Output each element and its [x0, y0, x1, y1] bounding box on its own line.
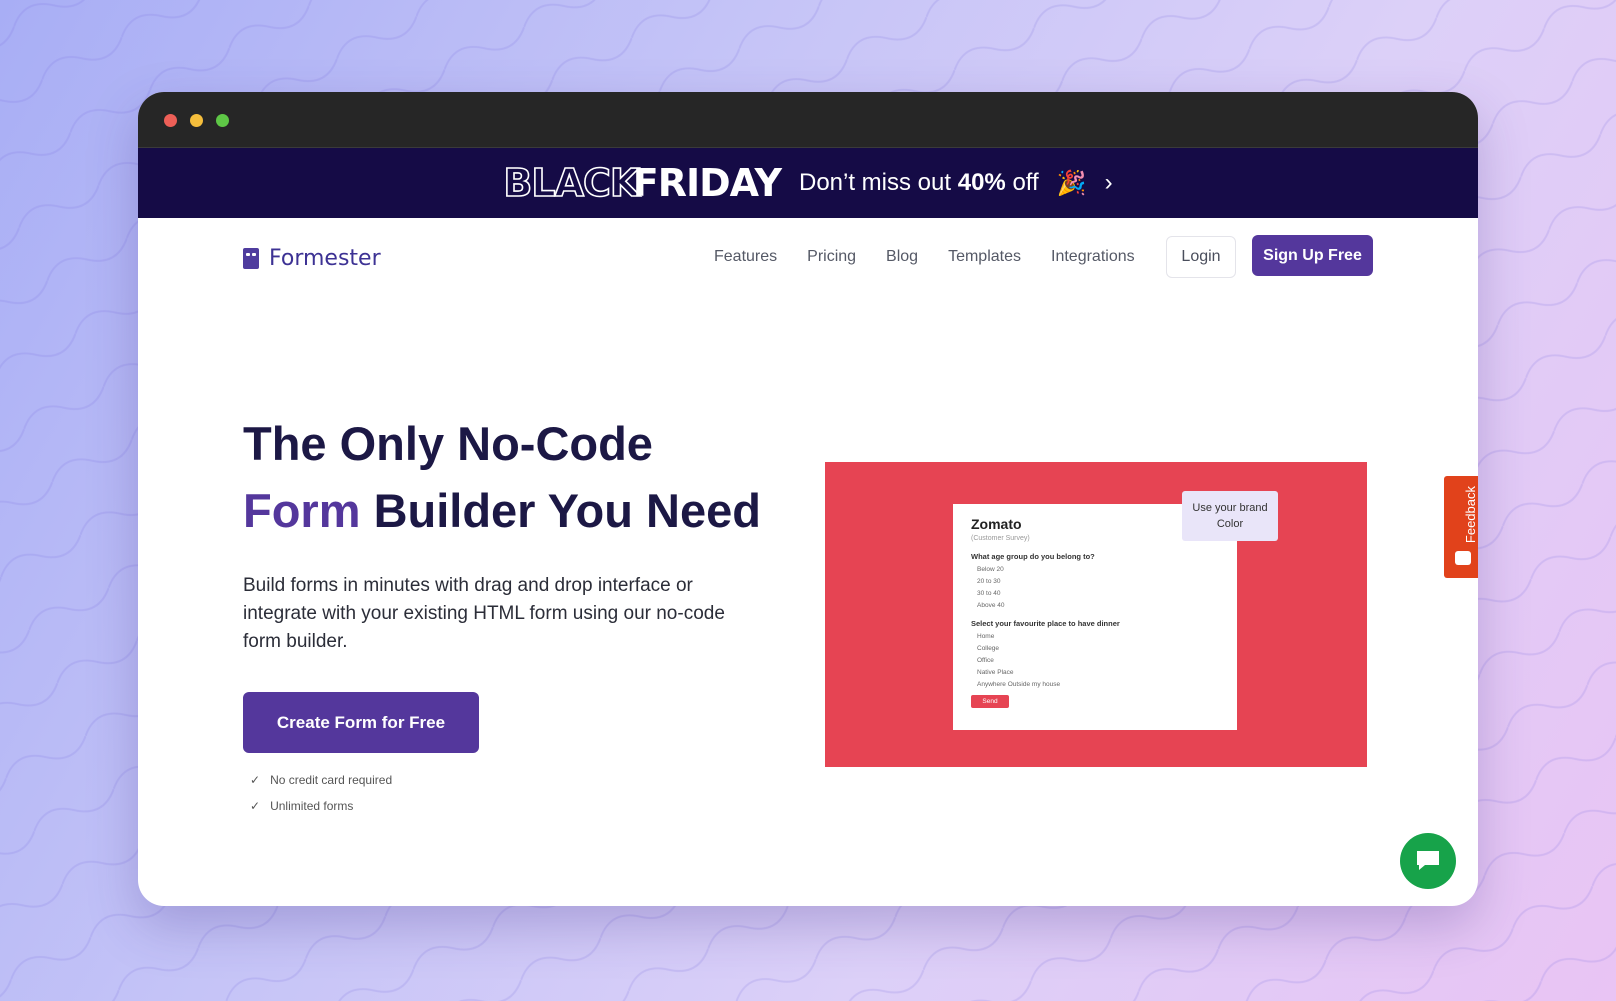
form-preview-image: Zomato (Customer Survey) What age group …	[825, 462, 1367, 767]
hero-title: The Only No-Code Form Builder You Need	[243, 410, 761, 544]
promo-logo: BLACK FRIDAY	[503, 160, 782, 206]
benefits-list: ✓ No credit card required ✓ Unlimited fo…	[250, 767, 392, 819]
tooltip-line1: Use your brand	[1192, 502, 1268, 514]
preview-option: Office	[977, 657, 994, 664]
nav-link-features[interactable]: Features	[714, 248, 777, 266]
maximize-window-button[interactable]	[216, 114, 229, 127]
promo-text-before: Don’t miss out	[798, 169, 952, 196]
chat-icon	[1417, 851, 1439, 870]
hero-title-line1: The Only No-Code	[243, 417, 653, 470]
create-form-button[interactable]: Create Form for Free	[243, 692, 479, 753]
top-navigation: Formester Features Pricing Blog Template…	[138, 218, 1478, 294]
preview-question: What age group do you belong to?	[971, 552, 1095, 561]
chevron-right-icon[interactable]: ›	[1105, 169, 1113, 197]
logo-icon	[243, 248, 259, 269]
hero-title-accent: Form	[243, 484, 361, 537]
preview-question: Select your favourite place to have dinn…	[971, 619, 1120, 628]
feedback-tab[interactable]: Feedback	[1444, 476, 1478, 578]
preview-option: Native Place	[977, 669, 1014, 676]
check-icon: ✓	[250, 799, 261, 813]
promo-message: Don’t miss out 40% off	[799, 169, 1039, 197]
preview-option: Home	[977, 633, 995, 640]
tooltip-line2: Color	[1216, 518, 1244, 530]
logo-text: Formester	[269, 246, 381, 271]
black-friday-banner[interactable]: BLACK FRIDAY Don’t miss out 40% off 🎉 ›	[138, 148, 1478, 218]
sign-up-button[interactable]: Sign Up Free	[1252, 235, 1373, 276]
promo-text-after: off	[1012, 169, 1039, 196]
preview-send-button: Send	[971, 695, 1009, 708]
login-button[interactable]: Login	[1166, 236, 1236, 278]
hero-title-line2: Builder You Need	[373, 484, 761, 537]
hero-subtitle: Build forms in minutes with drag and dro…	[243, 575, 725, 652]
check-icon: ✓	[250, 773, 261, 787]
preview-option: 20 to 30	[977, 578, 1001, 585]
nav-link-templates[interactable]: Templates	[948, 248, 1021, 266]
preview-option: College	[977, 645, 1000, 652]
benefit-text: No credit card required	[270, 773, 393, 787]
nav-links: Features Pricing Blog Templates Integrat…	[714, 248, 1135, 266]
browser-window: BLACK FRIDAY Don’t miss out 40% off 🎉 › …	[138, 92, 1478, 906]
feedback-label: Feedback	[1463, 486, 1478, 544]
nav-link-integrations[interactable]: Integrations	[1051, 248, 1135, 266]
promo-friday-word: FRIDAY	[632, 161, 782, 205]
brand-color-tooltip: Use your brand Color	[1182, 491, 1278, 541]
chat-widget-button[interactable]	[1400, 833, 1456, 889]
preview-option: 30 to 40	[977, 590, 1001, 597]
benefit-item: ✓ No credit card required	[250, 767, 392, 793]
promo-black-word: BLACK	[503, 160, 641, 206]
nav-link-blog[interactable]: Blog	[886, 248, 918, 266]
party-popper-icon: 🎉	[1056, 169, 1087, 197]
promo-discount: 40%	[957, 169, 1006, 196]
formester-logo[interactable]: Formester	[243, 246, 381, 271]
feedback-smiley-icon	[1455, 551, 1471, 565]
benefit-text: Unlimited forms	[270, 799, 354, 813]
window-titlebar	[138, 92, 1478, 148]
close-window-button[interactable]	[164, 114, 177, 127]
preview-option: Above 40	[977, 602, 1005, 609]
benefit-item: ✓ Unlimited forms	[250, 793, 392, 819]
preview-option: Anywhere Outside my house	[977, 681, 1061, 688]
minimize-window-button[interactable]	[190, 114, 203, 127]
nav-link-pricing[interactable]: Pricing	[807, 248, 856, 266]
preview-option: Below 20	[977, 566, 1004, 573]
